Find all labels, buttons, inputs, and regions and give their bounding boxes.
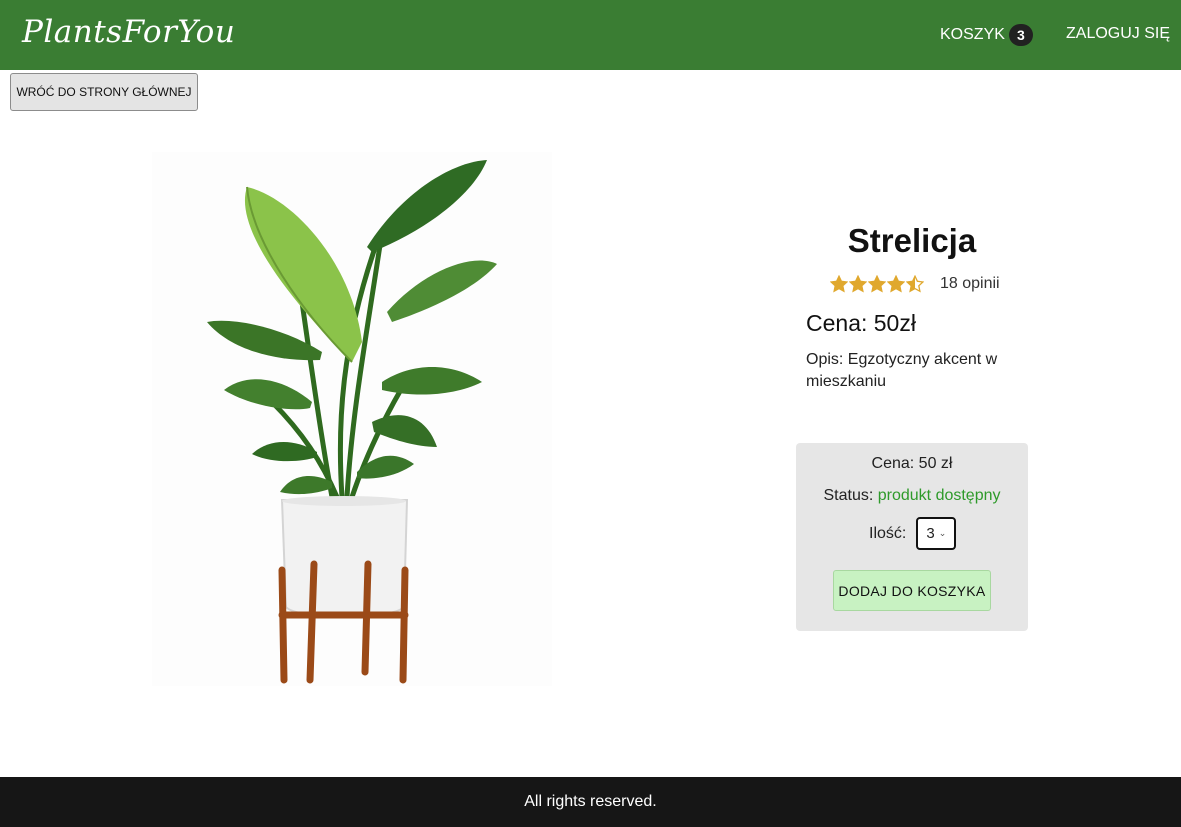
product-description: Opis: Egzotyczny akcent w mieszkaniu — [806, 351, 998, 390]
add-to-cart-button[interactable]: DODAJ DO KOSZYKA — [833, 570, 991, 611]
product-title: Strelicja — [847, 222, 977, 259]
status-label: Status: — [823, 487, 874, 504]
brand-logo[interactable]: PlantsForYou — [22, 14, 235, 50]
star-rating — [830, 275, 924, 293]
review-count[interactable]: 18 opinii — [940, 275, 1000, 293]
cart-link[interactable]: KOSZYK 3 — [940, 24, 1033, 46]
footer: All rights reserved. — [0, 777, 1181, 827]
footer-text: All rights reserved. — [524, 793, 657, 810]
purchase-panel: Cena: 50 zł Status: produkt dostępny Ilo… — [796, 443, 1028, 631]
star-full-icon — [868, 275, 886, 293]
star-half-icon — [906, 275, 924, 293]
stock-status: Status: produkt dostępny — [796, 487, 1028, 505]
login-link[interactable]: ZALOGUJ SIĘ — [1066, 25, 1170, 43]
product-info: Strelicja 18 opinii Cena: 50zł Opis: Egz… — [806, 222, 1018, 390]
chevron-down-icon: ⌄ — [938, 528, 947, 538]
star-full-icon — [830, 275, 848, 293]
quantity-label: Ilość: — [869, 524, 907, 542]
top-navbar: PlantsForYou KOSZYK 3 ZALOGUJ SIĘ — [0, 0, 1181, 70]
product-image — [152, 152, 552, 686]
product-price: Cena: 50zł — [806, 310, 916, 336]
cart-label: KOSZYK — [940, 26, 1005, 43]
quantity-value: 3 — [926, 525, 935, 542]
quantity-row: Ilość: 3 ⌄ — [869, 517, 957, 550]
back-to-home-button[interactable]: WRÓĆ DO STRONY GŁÓWNEJ — [10, 73, 198, 111]
quantity-select[interactable]: 3 ⌄ — [916, 517, 957, 550]
rating-row: 18 opinii — [830, 275, 1000, 293]
star-full-icon — [887, 275, 905, 293]
status-value: produkt dostępny — [877, 487, 1001, 504]
cart-count-badge: 3 — [1008, 24, 1033, 46]
purchase-price: Cena: 50 zł — [871, 455, 953, 472]
star-full-icon — [849, 275, 867, 293]
